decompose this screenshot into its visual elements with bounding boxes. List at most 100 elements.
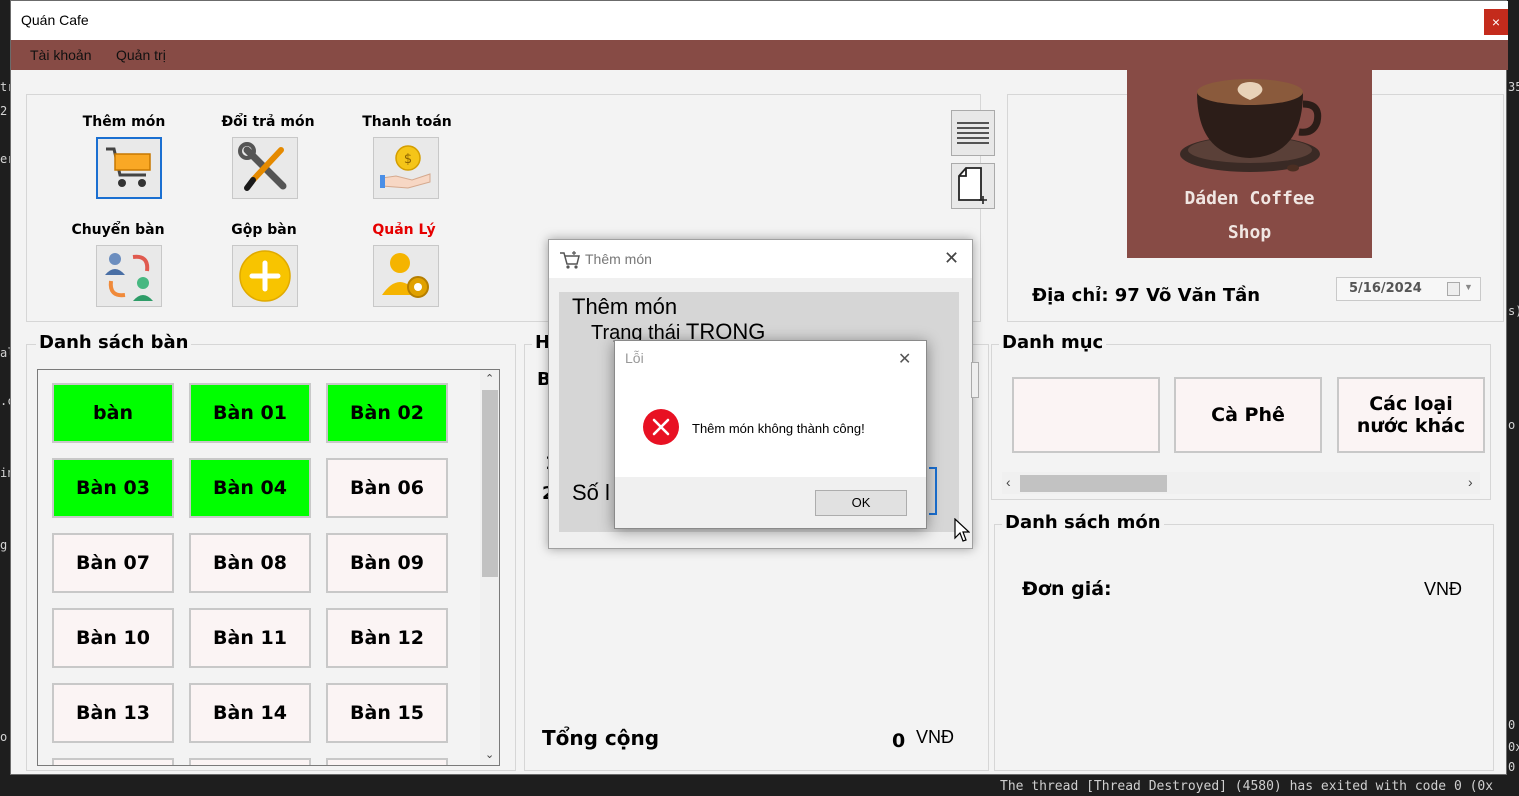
add-confirm-button[interactable] (929, 467, 937, 515)
list-view-button[interactable] (951, 110, 995, 156)
table-button[interactable]: Bàn 02 (326, 383, 448, 443)
date-picker[interactable]: 5/16/2024 ▼ (1336, 277, 1481, 301)
add-dish-button[interactable] (96, 137, 162, 199)
category-empty-button[interactable] (1012, 377, 1160, 453)
background-text: 2 (0, 104, 8, 118)
table-button[interactable]: Bàn 15 (326, 683, 448, 743)
tables-scrollbar[interactable]: ⌃ ⌄ (480, 370, 499, 765)
shop-name: Dáden Coffee (1184, 188, 1315, 209)
merge-table-label: Gộp bàn (231, 222, 297, 238)
plus-circle-icon (239, 250, 291, 302)
table-button[interactable]: Bàn 06 (326, 458, 448, 518)
table-button[interactable]: Bàn 11 (189, 608, 311, 668)
table-button[interactable]: Bàn 08 (189, 533, 311, 593)
dishes-title: Danh sách món (1002, 512, 1164, 533)
date-value: 5/16/2024 (1349, 281, 1422, 296)
shop-subtitle: Shop (1227, 222, 1272, 243)
tables-panel: Danh sách bàn bàn Bàn 01 Bàn 02 Bàn 03 Bàn 0… (26, 332, 516, 771)
menu-account[interactable]: Tài khoản (30, 47, 91, 63)
scrollbar-thumb[interactable] (482, 390, 498, 577)
table-button-partial[interactable] (189, 758, 311, 765)
swap-dish-label: Đổi trả món (221, 114, 315, 130)
error-dialog-close-button[interactable]: ✕ (898, 349, 911, 369)
categories-scrollbar[interactable]: ‹ › (1002, 472, 1480, 494)
quantity-label: Số l (572, 480, 610, 505)
price-currency: VNĐ (1424, 579, 1463, 599)
table-button-partial[interactable] (326, 758, 448, 765)
coffee-cup-icon (1180, 79, 1322, 172)
shop-address: Địa chỉ: 97 Võ Văn Tần (1032, 285, 1261, 306)
lines-icon (957, 122, 989, 144)
add-dish-dialog-close-button[interactable]: ✕ (944, 248, 959, 269)
add-dish-label: Thêm món (82, 114, 166, 130)
table-button[interactable]: Bàn 07 (52, 533, 174, 593)
scroll-right-icon[interactable]: › (1468, 474, 1473, 490)
menu-bar: Tài khoản Quản trị (11, 40, 1508, 70)
add-dish-dialog-title: Thêm món (585, 251, 652, 267)
window-title: Quán Cafe (21, 12, 89, 28)
ok-button[interactable]: OK (815, 490, 907, 516)
tables-title: Danh sách bàn (36, 332, 192, 353)
background-text: The thread [Thread Destroyed] (4580) has… (1000, 779, 1494, 794)
table-button[interactable]: Bàn 01 (189, 383, 311, 443)
table-button[interactable]: Bàn 09 (326, 533, 448, 593)
swap-dish-button[interactable] (232, 137, 298, 199)
table-button[interactable]: Bàn 04 (189, 458, 311, 518)
tables-list: bàn Bàn 01 Bàn 02 Bàn 03 Bàn 04 Bàn 06 Bàn 07 B… (37, 369, 500, 766)
move-table-button[interactable] (96, 245, 162, 307)
background-text: o (0, 730, 8, 744)
shop-logo: Dáden Coffee Shop (1127, 70, 1372, 258)
cart-icon (106, 147, 151, 187)
tables-grid: bàn Bàn 01 Bàn 02 Bàn 03 Bàn 04 Bàn 06 Bàn 07 B… (38, 370, 478, 765)
scroll-down-icon[interactable]: ⌄ (485, 748, 494, 761)
background-text: 0 (1508, 760, 1516, 774)
error-dialog: Lỗi ✕ Thêm món không thành công! OK (614, 340, 927, 529)
background-text: g (0, 538, 8, 552)
chevron-down-icon: ▼ (1464, 282, 1473, 292)
new-file-icon (958, 167, 987, 204)
categories-panel: Danh mục Cà Phê Các loại nước khác ‹ › (991, 332, 1491, 500)
category-coffee-button[interactable]: Cà Phê (1174, 377, 1322, 453)
category-other-drinks-button[interactable]: Các loại nước khác (1337, 377, 1485, 453)
shop-info-panel: Dáden Coffee Shop Địa chỉ: 97 Võ Văn Tần… (1007, 70, 1504, 322)
tools-icon (238, 142, 287, 191)
table-button[interactable]: Bàn 13 (52, 683, 174, 743)
table-button[interactable]: bàn (52, 383, 174, 443)
background-text: 0x (1508, 740, 1519, 754)
background-text: 35 (1508, 80, 1519, 94)
new-document-button[interactable] (951, 163, 995, 209)
manage-button[interactable] (373, 245, 439, 307)
move-table-label: Chuyển bàn (71, 222, 165, 238)
add-dish-dialog-titlebar: Thêm món ✕ (549, 240, 972, 278)
scrollbar-thumb[interactable] (1020, 475, 1167, 492)
coin-hand-icon: $ (380, 145, 431, 189)
table-button[interactable]: Bàn 12 (326, 608, 448, 668)
payment-button[interactable]: $ (373, 137, 439, 199)
dialog-combobox-edge[interactable] (971, 362, 979, 398)
total-value: 0 (892, 730, 906, 752)
table-button[interactable]: Bàn 10 (52, 608, 174, 668)
error-dialog-title: Lỗi (625, 350, 644, 366)
table-button[interactable]: Bàn 03 (52, 458, 174, 518)
categories-title: Danh mục (999, 332, 1107, 353)
price-label: Đơn giá: (1022, 578, 1112, 600)
close-button[interactable]: × (1484, 9, 1508, 35)
background-text: 0 (1508, 718, 1516, 732)
table-button[interactable]: Bàn 14 (189, 683, 311, 743)
error-icon (643, 409, 679, 445)
table-button-partial[interactable] (52, 758, 174, 765)
menu-admin[interactable]: Quản trị (116, 47, 166, 63)
background-text: s) (1508, 304, 1519, 318)
error-dialog-footer: OK (615, 477, 926, 528)
calendar-icon (1447, 282, 1460, 296)
mouse-cursor-icon (954, 518, 970, 542)
merge-table-button[interactable] (232, 245, 298, 307)
transfer-users-icon (105, 253, 153, 301)
dishes-panel: Danh sách món Đơn giá: VNĐ (994, 512, 1494, 771)
total-currency: VNĐ (916, 727, 955, 747)
total-label: Tổng cộng (542, 726, 660, 750)
payment-label: Thanh toán (362, 114, 452, 130)
background-text: o (1508, 418, 1516, 432)
scroll-up-icon[interactable]: ⌃ (485, 372, 494, 385)
scroll-left-icon[interactable]: ‹ (1006, 474, 1011, 490)
